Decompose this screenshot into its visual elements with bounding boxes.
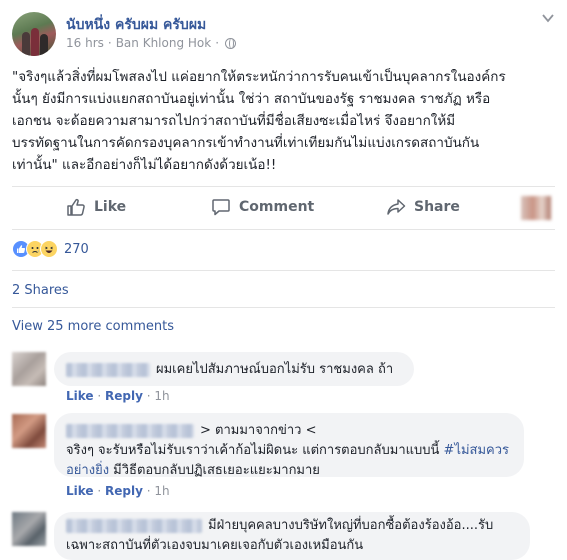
shares-count[interactable]: 2 Shares (12, 283, 69, 298)
comment-reply-link[interactable]: Reply (105, 484, 143, 498)
share-button[interactable]: Share (386, 195, 460, 219)
comment-like-link[interactable]: Like (66, 389, 94, 403)
comment-icon (212, 199, 230, 216)
post-text-line: นั้นๆ ยังมีการแบ่งแยกสถาบันอยู่เท่านั้น … (12, 91, 491, 107)
commenter-name[interactable] (66, 362, 150, 377)
comment-text: จริงๆ จะรับหรือไม่รับเราว่าเค้าก้อไม่ผิด… (66, 443, 444, 458)
comment-time[interactable]: 1h (154, 484, 169, 498)
globe-icon[interactable] (225, 37, 237, 49)
commenter-avatar[interactable] (12, 352, 46, 386)
comment-text: มีฝ่ายบุคคลบางบริษัทใหญ่ที่บอกซื้อต้องร้… (208, 518, 494, 533)
commenter-avatar[interactable] (12, 512, 46, 546)
comment-bubble: ผมเคยไปสัมภาษณ์บอกไม่รับ ราชมงคล ถ้า (54, 352, 414, 386)
divider (12, 270, 555, 271)
comment-actions: Like · Reply · 1h (66, 389, 170, 403)
thumbs-up-icon (67, 198, 85, 216)
like-button[interactable]: Like (66, 195, 126, 219)
author-avatar[interactable] (12, 12, 56, 56)
hashtag-link[interactable]: อย่างยิ่ง (66, 463, 109, 478)
commenter-name[interactable] (66, 423, 194, 438)
commenter-name[interactable] (66, 518, 202, 533)
reactions-summary[interactable]: 270 (12, 240, 89, 258)
comment-label: Comment (239, 199, 315, 215)
comment-text: เฉพาะสถาบันที่ตัวเองจบมาเคยเจอกับตัวเองเ… (66, 538, 364, 553)
view-more-comments-link[interactable]: View 25 more comments (12, 319, 174, 334)
post-location[interactable]: Ban Khlong Hok (116, 36, 212, 50)
post-card: นับหนึ่ง ครับผม ครับผม 16 hrs · Ban Khlo… (0, 0, 567, 560)
divider (12, 186, 555, 187)
divider (12, 229, 555, 230)
comment-text: ผมเคยไปสัมภาษณ์บอกไม่รับ ราชมงคล ถ้า (156, 362, 394, 377)
comment-button[interactable]: Comment (211, 195, 314, 219)
post-text-line: เท่านั้น" และอีกอย่างก็ไม่ได้อยากดังด้วย… (12, 157, 277, 173)
haha-icon (40, 240, 58, 258)
share-icon (387, 199, 406, 215)
chevron-down-icon[interactable] (541, 10, 555, 29)
commenter-avatar[interactable] (12, 414, 46, 448)
post-meta: 16 hrs · Ban Khlong Hok · (66, 36, 237, 50)
hashtag-link[interactable]: #ไม่สมควร (444, 443, 509, 458)
post-text-line: เอกชน จะด้อยความสามารถไปกว่าสถาบันที่มีช… (12, 113, 456, 129)
meta-separator: · (107, 36, 112, 50)
comment-text: มีวิธีตอบกลับปฏิเสธเยอะแยะมากมาย (109, 463, 320, 478)
comment-bubble: มีฝ่ายบุคคลบางบริษัทใหญ่ที่บอกซื้อต้องร้… (54, 512, 530, 560)
post-text-line: "จริงๆแล้วสิ่งที่ผมโพสลงไป แค่อยากให้ตระ… (12, 69, 506, 85)
viewer-avatar[interactable] (521, 196, 551, 220)
comment-like-link[interactable]: Like (66, 484, 94, 498)
comment-actions: Like · Reply · 1h (66, 484, 170, 498)
comment-time[interactable]: 1h (154, 389, 169, 403)
post-text: "จริงๆแล้วสิ่งที่ผมโพสลงไป แค่อยากให้ตระ… (12, 66, 552, 176)
comment-forward-note: > ตามมาจากข่าว < (200, 423, 317, 438)
comment-bubble: > ตามมาจากข่าว < จริงๆ จะรับหรือไม่รับเร… (54, 413, 524, 478)
reaction-count[interactable]: 270 (64, 242, 89, 257)
like-label: Like (94, 199, 127, 215)
author-name[interactable]: นับหนึ่ง ครับผม ครับผม (66, 14, 206, 36)
meta-separator: · (215, 36, 220, 50)
share-label: Share (414, 199, 460, 215)
post-time[interactable]: 16 hrs (66, 36, 104, 50)
post-text-line: บรรทัดฐานในการคัดกรองบุคลากรเข้าทำงานที่… (12, 135, 480, 151)
divider (12, 307, 555, 308)
comment-reply-link[interactable]: Reply (105, 389, 143, 403)
